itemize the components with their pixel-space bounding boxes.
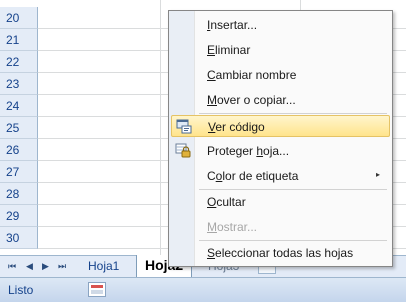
menu-item-label: Color de etiqueta: [207, 169, 299, 183]
menu-item-mover-o-copiar[interactable]: Mover o copiar...: [171, 89, 390, 111]
menu-item-label: Cambiar nombre: [207, 68, 297, 82]
sheet-tab-hoja1[interactable]: Hoja1: [80, 256, 127, 277]
status-text: Listo: [8, 283, 34, 297]
menu-item-eliminar[interactable]: Eliminar: [171, 39, 390, 61]
menu-separator: [199, 189, 387, 190]
row-header[interactable]: 24: [0, 95, 38, 117]
row-header[interactable]: 21: [0, 29, 38, 51]
menu-item-mostrar: Mostrar...: [171, 216, 390, 238]
row-header[interactable]: 20: [0, 7, 38, 29]
menu-item-label: Proteger hoja...: [207, 144, 290, 158]
status-bar: Listo: [0, 277, 406, 302]
row-header[interactable]: 29: [0, 205, 38, 227]
view-code-icon: [176, 119, 192, 134]
menu-item-label: Mostrar...: [207, 220, 258, 234]
menu-item-label: Ocultar: [207, 195, 246, 209]
menu-item-proteger-hoja[interactable]: Proteger hoja...: [171, 140, 390, 162]
last-sheet-icon[interactable]: ⏭: [58, 260, 66, 272]
row-header[interactable]: 23: [0, 73, 38, 95]
macro-record-icon[interactable]: [88, 282, 106, 297]
menu-item-color-de-etiqueta[interactable]: Color de etiqueta ▸: [171, 165, 390, 187]
row-header[interactable]: 25: [0, 117, 38, 139]
menu-separator: [199, 240, 387, 241]
row-header[interactable]: 27: [0, 161, 38, 183]
menu-item-label: Eliminar: [207, 43, 251, 57]
protect-sheet-icon: [175, 143, 191, 158]
next-sheet-icon[interactable]: ▶: [42, 260, 49, 272]
menu-item-cambiar-nombre[interactable]: Cambiar nombre: [171, 64, 390, 86]
row-header[interactable]: 26: [0, 139, 38, 161]
menu-item-ver-codigo[interactable]: Ver código: [171, 115, 390, 137]
sheet-context-menu: Insertar... Eliminar Cambiar nombre Move…: [168, 10, 393, 267]
row-header[interactable]: 22: [0, 51, 38, 73]
menu-item-insertar[interactable]: Insertar...: [171, 14, 390, 36]
menu-item-label: Mover o copiar...: [207, 93, 296, 107]
menu-item-label: Insertar...: [207, 18, 258, 32]
submenu-arrow-icon: ▸: [375, 170, 380, 179]
menu-item-label: Seleccionar todas las hojas: [207, 246, 354, 260]
first-sheet-icon[interactable]: ⏮: [8, 260, 16, 272]
menu-item-seleccionar-todas[interactable]: Seleccionar todas las hojas: [171, 242, 390, 264]
menu-item-ocultar[interactable]: Ocultar: [171, 191, 390, 213]
row-header[interactable]: 28: [0, 183, 38, 205]
row-header[interactable]: 30: [0, 227, 38, 249]
menu-item-label: Ver código: [208, 120, 265, 134]
menu-separator: [199, 113, 387, 114]
previous-sheet-icon[interactable]: ◀: [26, 260, 33, 272]
